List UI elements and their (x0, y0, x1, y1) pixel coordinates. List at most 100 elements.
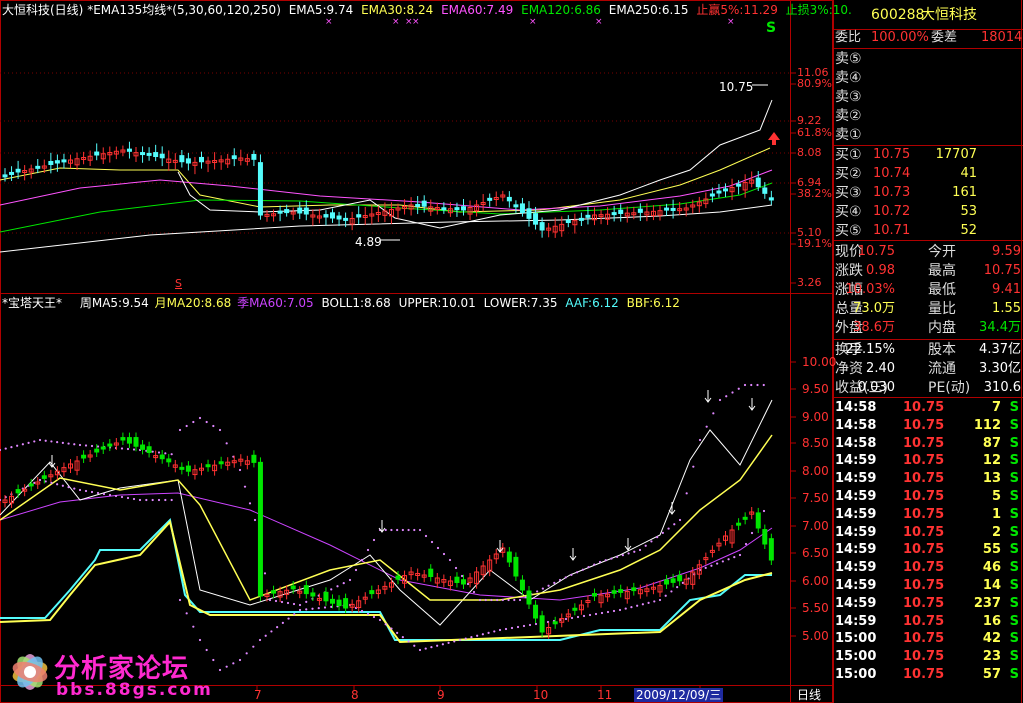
fundamental-value: 22.15% (845, 342, 895, 357)
forum-watermark: 分析家论坛 bbs.88gs.com (0, 640, 211, 703)
candle (330, 212, 335, 219)
sell-level-row[interactable]: 卖① (833, 126, 1023, 144)
tick-side: S (1009, 453, 1019, 469)
ema30-value: EMA30:8.24 (361, 3, 434, 17)
tick-price: 10.75 (903, 453, 945, 469)
tick-row[interactable]: 14:59 10.75 1 S (833, 506, 1023, 524)
buy-level-price: 10.73 (873, 185, 911, 200)
stock-title: 大恒科技(日线) (2, 3, 84, 17)
buy-level-volume: 17707 (935, 147, 977, 162)
tick-time: 14:59 (835, 471, 877, 487)
tick-price: 10.75 (903, 542, 945, 558)
candle (257, 162, 263, 216)
sell-level-row[interactable]: 卖⑤ (833, 50, 1023, 68)
tick-row[interactable]: 14:59 10.75 55 S (833, 541, 1023, 559)
buy-level-row[interactable]: 买④ 10.72 53 (833, 203, 1023, 221)
sub-axis-label: 5.50 (802, 601, 829, 615)
tick-volume: 46 (982, 560, 1001, 576)
sub-axis-label: 8.50 (802, 436, 829, 450)
candle (506, 196, 512, 202)
stat-row: 现价 10.75 今开 9.59 (833, 243, 1023, 261)
tick-row[interactable]: 14:59 10.75 14 S (833, 577, 1023, 595)
candle (9, 171, 15, 175)
sub-axis-label: 7.00 (802, 519, 829, 533)
candle (336, 215, 342, 220)
tick-row[interactable]: 15:00 10.75 42 S (833, 630, 1023, 648)
sell-signal-marker: S (766, 20, 777, 36)
stat-row: 外盘 38.6万 内盘 34.4万 (833, 319, 1023, 337)
stat-value: 10.75 (983, 263, 1021, 278)
weibi-value: 100.00% (871, 30, 929, 45)
tick-price: 10.75 (903, 631, 945, 647)
candle (487, 197, 493, 201)
tick-volume: 112 (973, 417, 1001, 433)
buy-level-volume: 41 (960, 166, 977, 181)
buy-level-label: 买③ (835, 185, 862, 201)
sell-level-label: 卖② (835, 108, 862, 124)
stat-value: 73.0万 (853, 301, 895, 316)
candle (421, 200, 427, 207)
tick-price: 10.75 (903, 400, 945, 415)
fundamental-label: 流通 (928, 361, 956, 377)
sell-level-row[interactable]: 卖② (833, 107, 1023, 125)
sell-level-row[interactable]: 卖③ (833, 88, 1023, 106)
tick-row[interactable]: 14:59 10.75 237 S (833, 595, 1023, 613)
tick-volume: 7 (991, 400, 1001, 415)
weibi-row: 委比 100.00% 委差 18014 (835, 30, 1023, 45)
ema250-value: EMA250:6.15 (608, 3, 689, 17)
buy-level-volume: 161 (952, 185, 977, 200)
tick-row[interactable]: 14:59 10.75 2 S (833, 524, 1023, 542)
candle (153, 152, 159, 158)
tick-row[interactable]: 14:58 10.75 7 S (833, 399, 1023, 417)
tick-row[interactable]: 14:59 10.75 46 S (833, 559, 1023, 577)
qma60-value: 季MA60:7.05 (237, 296, 314, 310)
tick-row[interactable]: 14:58 10.75 87 S (833, 435, 1023, 453)
fundamental-row: 收益(三) 0.030 PE(动) 310.6 (833, 379, 1023, 397)
candle (15, 168, 21, 173)
fundamental-label: 净资 (835, 361, 863, 377)
tick-row[interactable]: 14:58 10.75 112 S (833, 417, 1023, 435)
tick-side: S (1009, 542, 1019, 558)
main-axis-label: 8.08 (797, 146, 822, 159)
sell-level-row[interactable]: 卖④ (833, 69, 1023, 87)
sell-level-label: 卖⑤ (835, 51, 862, 67)
sub-axis-label: 10.00 (802, 355, 837, 369)
watermark-url: bbs.88gs.com (56, 680, 213, 700)
sell-level-label: 卖① (835, 127, 862, 143)
tick-row[interactable]: 15:00 10.75 57 S (833, 666, 1023, 684)
tick-time: 14:59 (835, 560, 877, 576)
tick-time: 14:59 (835, 489, 877, 504)
buy-level-row[interactable]: 买⑤ 10.71 52 (833, 222, 1023, 240)
tick-volume: 13 (982, 471, 1001, 487)
tick-side: S (1009, 489, 1019, 504)
fundamental-value: 0.030 (857, 380, 895, 395)
buy-level-row[interactable]: 买① 10.75 17707 (833, 146, 1023, 164)
sell-level-label: 卖④ (835, 70, 862, 86)
period-label[interactable]: 日线 (797, 688, 821, 702)
tick-row[interactable]: 14:59 10.75 16 S (833, 613, 1023, 631)
stat-value: 1.55 (992, 301, 1021, 316)
candle (94, 151, 100, 156)
candle (441, 207, 447, 211)
tick-volume: 5 (991, 489, 1001, 504)
candle (513, 204, 519, 208)
tick-time: 14:59 (835, 595, 877, 611)
tick-row[interactable]: 14:59 10.75 13 S (833, 470, 1023, 488)
candle (323, 214, 329, 218)
fundamental-label: PE(动) (928, 380, 971, 396)
candle (35, 165, 41, 169)
buy-level-row[interactable]: 买③ 10.73 161 (833, 184, 1023, 202)
candle (454, 207, 460, 211)
tick-side: S (1009, 667, 1019, 682)
stock-code-row: 600288 大恒科技 (833, 6, 1023, 26)
buy-level-row[interactable]: 买② 10.74 41 (833, 165, 1023, 183)
tick-row[interactable]: 15:00 10.75 23 S (833, 648, 1023, 666)
time-axis-label: 10 (533, 688, 549, 702)
tick-price: 10.75 (903, 506, 945, 522)
candle (199, 156, 204, 163)
tick-row[interactable]: 14:59 10.75 5 S (833, 488, 1023, 506)
tick-row[interactable]: 14:59 10.75 12 S (833, 452, 1023, 470)
stat-value: 9.41 (992, 282, 1021, 297)
candle (618, 209, 624, 215)
high-price-label: 10.75 (719, 80, 754, 94)
